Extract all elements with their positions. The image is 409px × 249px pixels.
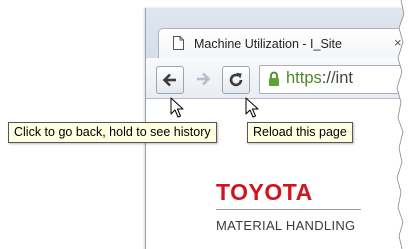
back-arrow-icon bbox=[162, 73, 176, 87]
back-button[interactable] bbox=[156, 66, 184, 94]
reload-tooltip: Reload this page bbox=[247, 122, 353, 143]
mouse-cursor-icon bbox=[170, 97, 184, 118]
toyota-logo-text: TOYOTA bbox=[216, 179, 313, 205]
browser-tab[interactable]: Machine Utilization - I_Site × bbox=[158, 28, 409, 59]
url-text: https://int bbox=[286, 69, 353, 88]
address-bar[interactable]: https://int bbox=[259, 65, 409, 94]
url-scheme: https bbox=[286, 69, 322, 87]
forward-arrow-icon bbox=[197, 72, 211, 86]
back-tooltip: Click to go back, hold to see history bbox=[8, 122, 217, 143]
tab-title: Machine Utilization - I_Site bbox=[194, 37, 342, 51]
url-host: int bbox=[335, 69, 353, 87]
reload-button[interactable] bbox=[222, 66, 250, 94]
torn-edge-decoration bbox=[396, 0, 409, 249]
forward-button[interactable] bbox=[190, 66, 216, 92]
mouse-cursor-icon bbox=[245, 97, 259, 118]
logo-divider bbox=[216, 209, 361, 210]
screenshot-stage: Machine Utilization - I_Site × https://i… bbox=[0, 0, 409, 249]
lock-icon bbox=[269, 71, 279, 86]
reload-icon bbox=[229, 72, 243, 87]
browser-toolbar: https://int bbox=[146, 58, 409, 99]
url-separator: :// bbox=[321, 69, 336, 87]
logo-subtitle: MATERIAL HANDLING bbox=[216, 218, 356, 233]
document-icon bbox=[173, 36, 184, 50]
